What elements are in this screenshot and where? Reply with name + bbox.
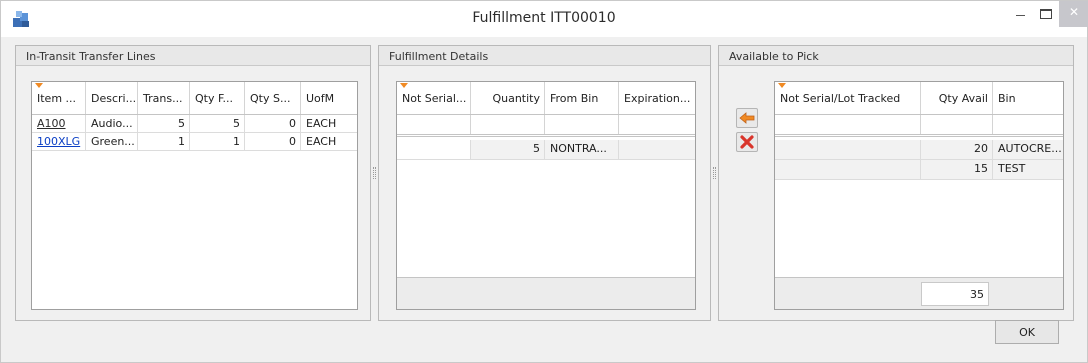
column-bin[interactable]: Bin: [993, 82, 1063, 114]
transfer-lines-grid[interactable]: Item ... Descri... Trans... Qty F... Qty…: [31, 81, 358, 310]
table-row[interactable]: A100 Audio... 5 5 0 EACH: [32, 115, 357, 133]
column-not-serial[interactable]: Not Serial...: [397, 82, 471, 114]
cell: 15: [921, 160, 993, 179]
grid-footer: [397, 277, 695, 309]
cell: EACH: [306, 135, 337, 148]
column-quantity[interactable]: Quantity: [471, 82, 545, 114]
available-to-pick-header: Available to Pick: [719, 46, 1073, 66]
transfer-lines-header: In-Transit Transfer Lines: [16, 46, 370, 66]
column-item[interactable]: Item ...: [32, 82, 86, 114]
column-not-serial-lot-tracked[interactable]: Not Serial/Lot Tracked: [775, 82, 921, 114]
filter-icon: [778, 83, 786, 88]
close-button[interactable]: ✕: [1059, 1, 1088, 27]
cell: [775, 140, 921, 159]
column-qty-shipped[interactable]: Qty S...: [245, 82, 301, 114]
table-row[interactable]: 20 AUTOCRE...: [775, 140, 1063, 160]
window-title: Fulfillment ITT00010: [472, 10, 616, 26]
cell: 5: [190, 115, 245, 132]
cell: [619, 140, 695, 159]
cell[interactable]: [397, 140, 471, 159]
column-uofm[interactable]: UofM: [301, 82, 357, 114]
filter-icon: [35, 83, 43, 88]
cell: 0: [245, 133, 301, 150]
red-x-icon: [740, 135, 754, 149]
add-to-fulfillment-button[interactable]: [736, 108, 758, 128]
fulfillment-details-panel: Fulfillment Details Not Serial... Quanti…: [378, 45, 711, 321]
available-to-pick-grid[interactable]: Not Serial/Lot Tracked Qty Avail Bin 20 …: [774, 81, 1064, 310]
table-row[interactable]: 15 TEST: [775, 160, 1063, 180]
cell: [775, 160, 921, 179]
cell: 1: [190, 133, 245, 150]
grid-header: Not Serial... Quantity From Bin Expirati…: [397, 82, 695, 115]
grid-header: Item ... Descri... Trans... Qty F... Qty…: [32, 82, 357, 115]
title-bar: Fulfillment ITT00010 ✕: [1, 1, 1088, 37]
grid-header: Not Serial/Lot Tracked Qty Avail Bin: [775, 82, 1063, 115]
cell: 0: [245, 115, 301, 132]
cell: 5: [471, 140, 545, 159]
item-link[interactable]: 100XLG: [37, 135, 80, 148]
client-area: In-Transit Transfer Lines Item ... Descr…: [1, 37, 1087, 362]
new-row-editor[interactable]: [775, 115, 1063, 137]
transfer-lines-panel: In-Transit Transfer Lines Item ... Descr…: [15, 45, 371, 321]
qty-avail-total: 35: [921, 282, 989, 306]
close-icon: ✕: [1068, 5, 1080, 19]
cell: NONTRA...: [545, 140, 619, 159]
table-row[interactable]: 5 NONTRA...: [397, 140, 695, 160]
fulfillment-window: Fulfillment ITT00010 ✕ In-Transit Transf…: [0, 0, 1088, 363]
available-to-pick-panel: Available to Pick Not Serial/Lot Tracked…: [718, 45, 1074, 321]
column-qty-avail[interactable]: Qty Avail: [921, 82, 993, 114]
cell: EACH: [306, 117, 337, 130]
splitter-handle[interactable]: [373, 167, 376, 179]
cell: AUTOCRE...: [998, 142, 1062, 155]
maximize-button[interactable]: [1033, 1, 1057, 27]
cell: TEST: [998, 162, 1026, 175]
cell: 20: [921, 140, 993, 159]
remove-button[interactable]: [736, 132, 758, 152]
column-description[interactable]: Descri...: [86, 82, 138, 114]
minimize-button[interactable]: [1009, 1, 1031, 27]
fulfillment-details-grid[interactable]: Not Serial... Quantity From Bin Expirati…: [396, 81, 696, 310]
fulfillment-details-header: Fulfillment Details: [379, 46, 710, 66]
table-row[interactable]: 100XLG Green... 1 1 0 EACH: [32, 133, 357, 151]
item-link[interactable]: A100: [37, 117, 66, 130]
column-expiration[interactable]: Expiration...: [619, 82, 695, 114]
cell: Audio...: [86, 115, 138, 132]
cell: Green...: [86, 133, 138, 150]
column-transferred[interactable]: Trans...: [138, 82, 190, 114]
filter-icon: [400, 83, 408, 88]
cell: 1: [138, 133, 190, 150]
arrow-left-icon: [739, 112, 755, 124]
new-row-editor[interactable]: [397, 115, 695, 137]
cell: 5: [138, 115, 190, 132]
grid-footer: 35: [775, 277, 1063, 309]
ok-button[interactable]: OK: [995, 320, 1059, 344]
splitter-handle[interactable]: [713, 167, 716, 179]
column-from-bin[interactable]: From Bin: [545, 82, 619, 114]
column-qty-fulfilled[interactable]: Qty F...: [190, 82, 245, 114]
